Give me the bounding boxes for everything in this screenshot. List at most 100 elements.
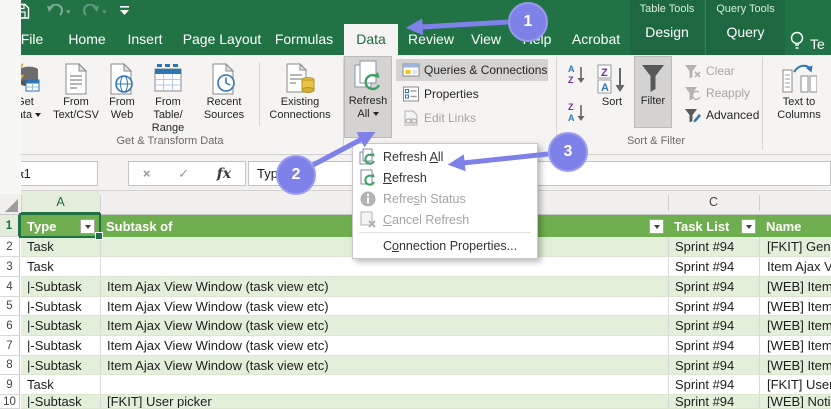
cell-a5[interactable]: |-Subtask bbox=[21, 297, 100, 315]
cell-a4[interactable]: |-Subtask bbox=[21, 277, 100, 296]
undo-icon[interactable] bbox=[46, 4, 70, 19]
menu-item-refresh-all[interactable]: Refresh All bbox=[353, 146, 537, 167]
refresh-dropdown-menu: Refresh AllRefreshRefresh StatusCancel R… bbox=[352, 143, 538, 259]
cell-a8[interactable]: |-Subtask bbox=[21, 356, 100, 374]
cell-b3[interactable] bbox=[100, 257, 668, 276]
excel-window: FileHomeInsertPage LayoutFormulasDataRev… bbox=[0, 0, 831, 409]
filter-dropdown-subtask-of[interactable] bbox=[649, 219, 664, 234]
tab-home[interactable]: Home bbox=[58, 24, 116, 55]
tab-view[interactable]: View bbox=[462, 24, 510, 55]
sort-z-to-a-button[interactable]: Z A bbox=[562, 101, 590, 123]
filter-button[interactable]: Filter bbox=[634, 56, 672, 128]
cell-d7[interactable]: [WEB] Item bbox=[759, 336, 831, 355]
reapply-filter-icon bbox=[684, 85, 702, 101]
sort-a-to-z-button[interactable]: A Z bbox=[562, 63, 590, 85]
cell-b5[interactable]: Item Ajax View Window (task view etc) bbox=[100, 297, 668, 315]
column-header-c[interactable]: C bbox=[668, 191, 759, 214]
row-number-7[interactable]: 7 bbox=[0, 336, 20, 356]
insert-function-icon[interactable]: fx bbox=[217, 166, 231, 182]
cell-c10[interactable]: Sprint #94 bbox=[668, 395, 759, 408]
row-number-4[interactable]: 4 bbox=[0, 277, 20, 297]
refresh-all-button[interactable]: Refresh All bbox=[344, 56, 392, 138]
row-number-9[interactable]: 9 bbox=[0, 375, 20, 395]
cell-a9[interactable]: Task bbox=[21, 375, 100, 394]
ribbon: Get Data From Text/CSV bbox=[0, 55, 831, 155]
menu-separator bbox=[359, 232, 531, 233]
cell-b8[interactable]: Item Ajax View Window (task view etc) bbox=[100, 356, 668, 374]
cell-d4[interactable]: [WEB] Item bbox=[759, 277, 831, 296]
cell-c8[interactable]: Sprint #94 bbox=[668, 356, 759, 374]
row-number-5[interactable]: 5 bbox=[0, 297, 20, 316]
header-cell-name[interactable]: Name bbox=[759, 215, 831, 237]
queries-connections-button[interactable]: Queries & Connections bbox=[396, 59, 548, 81]
cell-d5[interactable]: [WEB] Item bbox=[759, 297, 831, 315]
existing-connections-button[interactable]: Existing Connections bbox=[263, 58, 337, 122]
cell-d8[interactable]: [WEB] Item bbox=[759, 356, 831, 374]
cell-c5[interactable]: Sprint #94 bbox=[668, 297, 759, 315]
from-text-csv-label: From bbox=[63, 96, 89, 108]
cell-b10[interactable]: [FKIT] User picker bbox=[100, 395, 668, 408]
select-all-corner[interactable] bbox=[5, 199, 18, 212]
cell-d2[interactable]: [FKIT] Gene bbox=[759, 237, 831, 256]
tell-me-label[interactable]: Te bbox=[810, 36, 825, 52]
tab-acrobat[interactable]: Acrobat bbox=[564, 24, 628, 55]
cell-c9[interactable]: Sprint #94 bbox=[668, 375, 759, 394]
recent-sources-button[interactable]: Recent Sources bbox=[198, 58, 250, 122]
cell-d3[interactable]: Item Ajax V bbox=[759, 257, 831, 276]
cell-c7[interactable]: Sprint #94 bbox=[668, 336, 759, 355]
text-to-columns-label: Text to bbox=[783, 96, 815, 108]
cell-a10[interactable]: |-Subtask bbox=[21, 395, 100, 408]
tab-insert[interactable]: Insert bbox=[118, 24, 172, 55]
cell-a6[interactable]: |-Subtask bbox=[21, 316, 100, 335]
cell-d6[interactable]: [WEB] Item bbox=[759, 316, 831, 335]
menu-item-refresh[interactable]: Refresh bbox=[353, 167, 537, 188]
cell-b6[interactable]: Item Ajax View Window (task view etc) bbox=[100, 316, 668, 335]
cell-b9[interactable] bbox=[100, 375, 668, 394]
sort-button[interactable]: Z A Sort bbox=[592, 58, 632, 109]
redo-icon[interactable] bbox=[82, 4, 106, 19]
from-web-button[interactable]: From Web bbox=[104, 58, 140, 122]
cancel-icon[interactable]: × bbox=[143, 166, 151, 181]
from-text-csv-button[interactable]: From Text/CSV bbox=[50, 58, 102, 122]
row-number-10[interactable]: 10 bbox=[0, 395, 20, 409]
cell-c4[interactable]: Sprint #94 bbox=[668, 277, 759, 296]
formula-input[interactable]: Type bbox=[248, 161, 831, 186]
cell-c6[interactable]: Sprint #94 bbox=[668, 316, 759, 335]
filter-dropdown-task-list[interactable] bbox=[741, 219, 756, 234]
tab-review[interactable]: Review bbox=[400, 24, 462, 55]
row-number-3[interactable]: 3 bbox=[0, 257, 20, 277]
text-to-columns-button[interactable]: Text to Columns bbox=[768, 58, 830, 122]
cell-a2[interactable]: Task bbox=[21, 237, 100, 256]
cell-a3[interactable]: Task bbox=[21, 257, 100, 276]
enter-icon[interactable]: ✓ bbox=[178, 166, 189, 182]
tell-me-lightbulb-icon[interactable] bbox=[789, 30, 805, 51]
cell-c3[interactable]: Sprint #94 bbox=[668, 257, 759, 276]
cell-a7[interactable]: |-Subtask bbox=[21, 336, 100, 355]
cell-d9[interactable]: [FKIT] User bbox=[759, 375, 831, 394]
cell-c2[interactable]: Sprint #94 bbox=[668, 237, 759, 256]
menu-item-connection-properties[interactable]: Connection Properties... bbox=[353, 235, 537, 256]
tab-page-layout[interactable]: Page Layout bbox=[174, 24, 270, 55]
column-header-a[interactable]: A bbox=[21, 191, 100, 214]
row-number-6[interactable]: 6 bbox=[0, 316, 20, 336]
tab-formulas[interactable]: Formulas bbox=[272, 24, 336, 55]
customize-quick-access-icon[interactable] bbox=[118, 6, 132, 17]
edit-links-label: Edit Links bbox=[424, 111, 476, 125]
refresh-icon bbox=[353, 169, 383, 187]
from-table-range-button[interactable]: From Table/ Range bbox=[140, 58, 196, 135]
cell-d10[interactable]: [WEB] Noti bbox=[759, 395, 831, 408]
tab-data[interactable]: Data bbox=[344, 24, 398, 55]
row-number-1[interactable]: 1 bbox=[0, 215, 20, 237]
cell-b4[interactable]: Item Ajax View Window (task view etc) bbox=[100, 277, 668, 296]
edit-links-button: Edit Links bbox=[396, 107, 548, 129]
tab-design[interactable]: Design bbox=[630, 24, 704, 40]
row-number-2[interactable]: 2 bbox=[0, 237, 20, 257]
fill-handle[interactable] bbox=[95, 232, 103, 240]
text-to-columns-icon bbox=[768, 58, 830, 96]
cell-b7[interactable]: Item Ajax View Window (task view etc) bbox=[100, 336, 668, 355]
advanced-filter-button[interactable]: Advanced bbox=[678, 104, 764, 126]
properties-button[interactable]: Properties bbox=[396, 83, 548, 105]
tab-query[interactable]: Query bbox=[706, 24, 785, 40]
recent-sources-label: Recent bbox=[207, 96, 242, 108]
row-number-8[interactable]: 8 bbox=[0, 356, 20, 375]
